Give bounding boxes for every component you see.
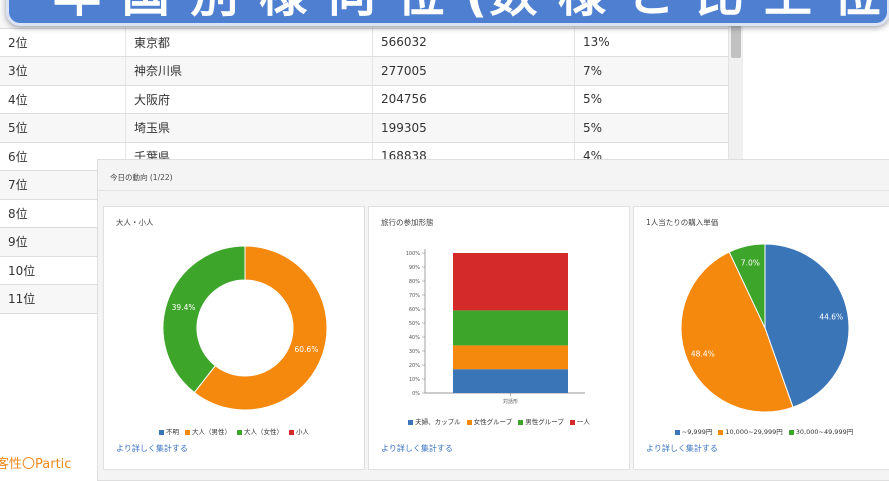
legend-item[interactable]: 夫婦、カップル: [408, 417, 461, 427]
dashboard-panel: 今日の動向 (1/22) 大人・小人 60.6% 39.4% 不明 大人（男性） 大人…: [97, 159, 889, 481]
legend-swatch: [159, 429, 164, 435]
legend-item[interactable]: 大人（男性）: [185, 427, 231, 437]
slice-label: 44.6%: [819, 313, 843, 322]
prefecture-cell: 埼玉県: [125, 113, 373, 143]
table-row: 3位 神奈川県 277005 7%: [0, 56, 728, 86]
rank-cell: 4位: [0, 85, 126, 114]
bar-segment: [453, 253, 568, 311]
legend-item[interactable]: ~9,999円: [674, 427, 713, 437]
legend-swatch: [289, 429, 294, 435]
rank-cell: 3位: [0, 56, 126, 86]
bar-segment: [453, 310, 568, 346]
legend-item[interactable]: 小人: [289, 427, 309, 437]
slice-label: 60.6%: [295, 345, 319, 354]
bar-segment: [453, 369, 568, 393]
table-row: 4位 大阪府 204756 5%: [0, 85, 728, 114]
rank-cell: 5位: [0, 113, 126, 143]
count-cell: 277005: [372, 56, 575, 86]
legend-item[interactable]: 女性グループ: [466, 417, 513, 427]
legend-item[interactable]: 30,000~49,999円: [788, 427, 854, 437]
legend-item[interactable]: 10,000~29,999円: [718, 427, 783, 437]
legend-swatch: [237, 429, 242, 435]
age-more-link[interactable]: より詳しく集計する: [116, 443, 188, 454]
bar-segment: [453, 345, 568, 370]
legend-label: 男性グループ: [525, 418, 564, 426]
share-cell: 5%: [574, 85, 728, 114]
pie-slice: [162, 245, 246, 394]
legend-swatch: [788, 429, 794, 435]
dashboard-divider: [98, 190, 889, 191]
slice-label: 48.4%: [691, 350, 715, 359]
prefecture-cell: 神奈川県: [125, 56, 373, 86]
y-tick-label: 60%: [409, 307, 420, 313]
legend-label: 10,000~29,999円: [725, 428, 783, 436]
legend-label: 大人（男性）: [192, 428, 231, 436]
legend-swatch: [674, 429, 680, 435]
y-tick-label: 40%: [409, 335, 420, 341]
y-tick-label: 20%: [409, 363, 420, 369]
rank-cell: 2位: [0, 28, 126, 57]
legend-label: 小人: [296, 428, 309, 436]
party-chart-legend: 夫婦、カップル 女性グループ 男性グループ 一人: [369, 417, 629, 427]
share-cell: 5%: [574, 113, 728, 143]
prefecture-cell: 大阪府: [125, 85, 373, 114]
price-chart-legend: ~9,999円 10,000~29,999円 30,000~49,999円: [634, 427, 889, 437]
banner-title: 年 国 別 様 向 位 (数 様 と 比 上 位): [53, 0, 887, 21]
legend-swatch: [518, 419, 524, 425]
share-cell: 13%: [574, 28, 728, 57]
age-chart-legend: 不明 大人（男性） 大人（女性） 小人: [104, 427, 364, 437]
legend-swatch: [569, 419, 575, 425]
legend-label: 30,000~49,999円: [795, 428, 854, 436]
y-tick-label: 30%: [409, 349, 420, 355]
legend-label: 女性グループ: [473, 418, 513, 426]
legend-swatch: [185, 429, 190, 435]
count-cell: 199305: [372, 113, 575, 143]
party-chart-card: 旅行の参加形態 0% 10% 20% 30% 40% 50% 60% 70% 80% 90% 100…: [368, 206, 630, 470]
slice-label: 39.4%: [172, 303, 196, 312]
table-row: 2位 東京都 566032 13%: [0, 28, 728, 57]
legend-item[interactable]: 一人: [569, 417, 590, 427]
y-tick-label: 100%: [406, 251, 421, 257]
y-tick-label: 50%: [409, 321, 420, 327]
legend-item[interactable]: 男性グループ: [518, 417, 564, 427]
slice-label: 7.0%: [741, 258, 760, 267]
footer-partial-text: 客性〇Partic: [0, 457, 72, 472]
party-more-link[interactable]: より詳しく集計する: [381, 443, 453, 454]
y-tick-label: 10%: [409, 377, 420, 383]
table-row: 5位 埼玉県 199305 5%: [0, 113, 728, 143]
legend-item[interactable]: 不明: [159, 427, 179, 437]
age-donut-chart: 60.6% 39.4%: [162, 245, 328, 411]
y-tick-label: 0%: [412, 391, 420, 397]
x-tick-label: 対話形: [503, 398, 518, 405]
dashboard-title: 今日の動向 (1/22): [110, 173, 173, 182]
price-pie-chart: 44.6% 48.4% 7.0%: [680, 243, 850, 413]
count-cell: 204756: [372, 85, 575, 114]
y-tick-label: 80%: [409, 279, 420, 285]
legend-label: 不明: [166, 428, 179, 436]
share-cell: 7%: [574, 56, 728, 86]
party-stacked-bar-chart: 0% 10% 20% 30% 40% 50% 60% 70% 80% 90% 100% 対話形: [406, 249, 585, 405]
prefecture-cell: 東京都: [125, 28, 373, 57]
y-tick-label: 70%: [409, 293, 420, 299]
legend-swatch: [718, 429, 724, 435]
legend-item[interactable]: 大人（女性）: [237, 427, 283, 437]
legend-label: 大人（女性）: [244, 428, 283, 436]
legend-swatch: [466, 419, 472, 425]
price-more-link[interactable]: より詳しく集計する: [646, 443, 718, 454]
legend-label: ~9,999円: [681, 428, 713, 436]
y-tick-label: 90%: [409, 265, 420, 271]
legend-label: 一人: [576, 418, 590, 426]
price-chart-card: 1人当たりの購入単価 44.6% 48.4% 7.0% ~9,999円 10,000~…: [633, 206, 889, 470]
legend-swatch: [408, 419, 414, 425]
age-chart-card: 大人・小人 60.6% 39.4% 不明 大人（男性） 大人（女性） 小人 より詳しく集…: [103, 206, 365, 470]
legend-label: 夫婦、カップル: [415, 418, 461, 426]
count-cell: 566032: [372, 28, 575, 57]
title-banner: 年 国 別 様 向 位 (数 様 と 比 上 位): [6, 0, 889, 26]
